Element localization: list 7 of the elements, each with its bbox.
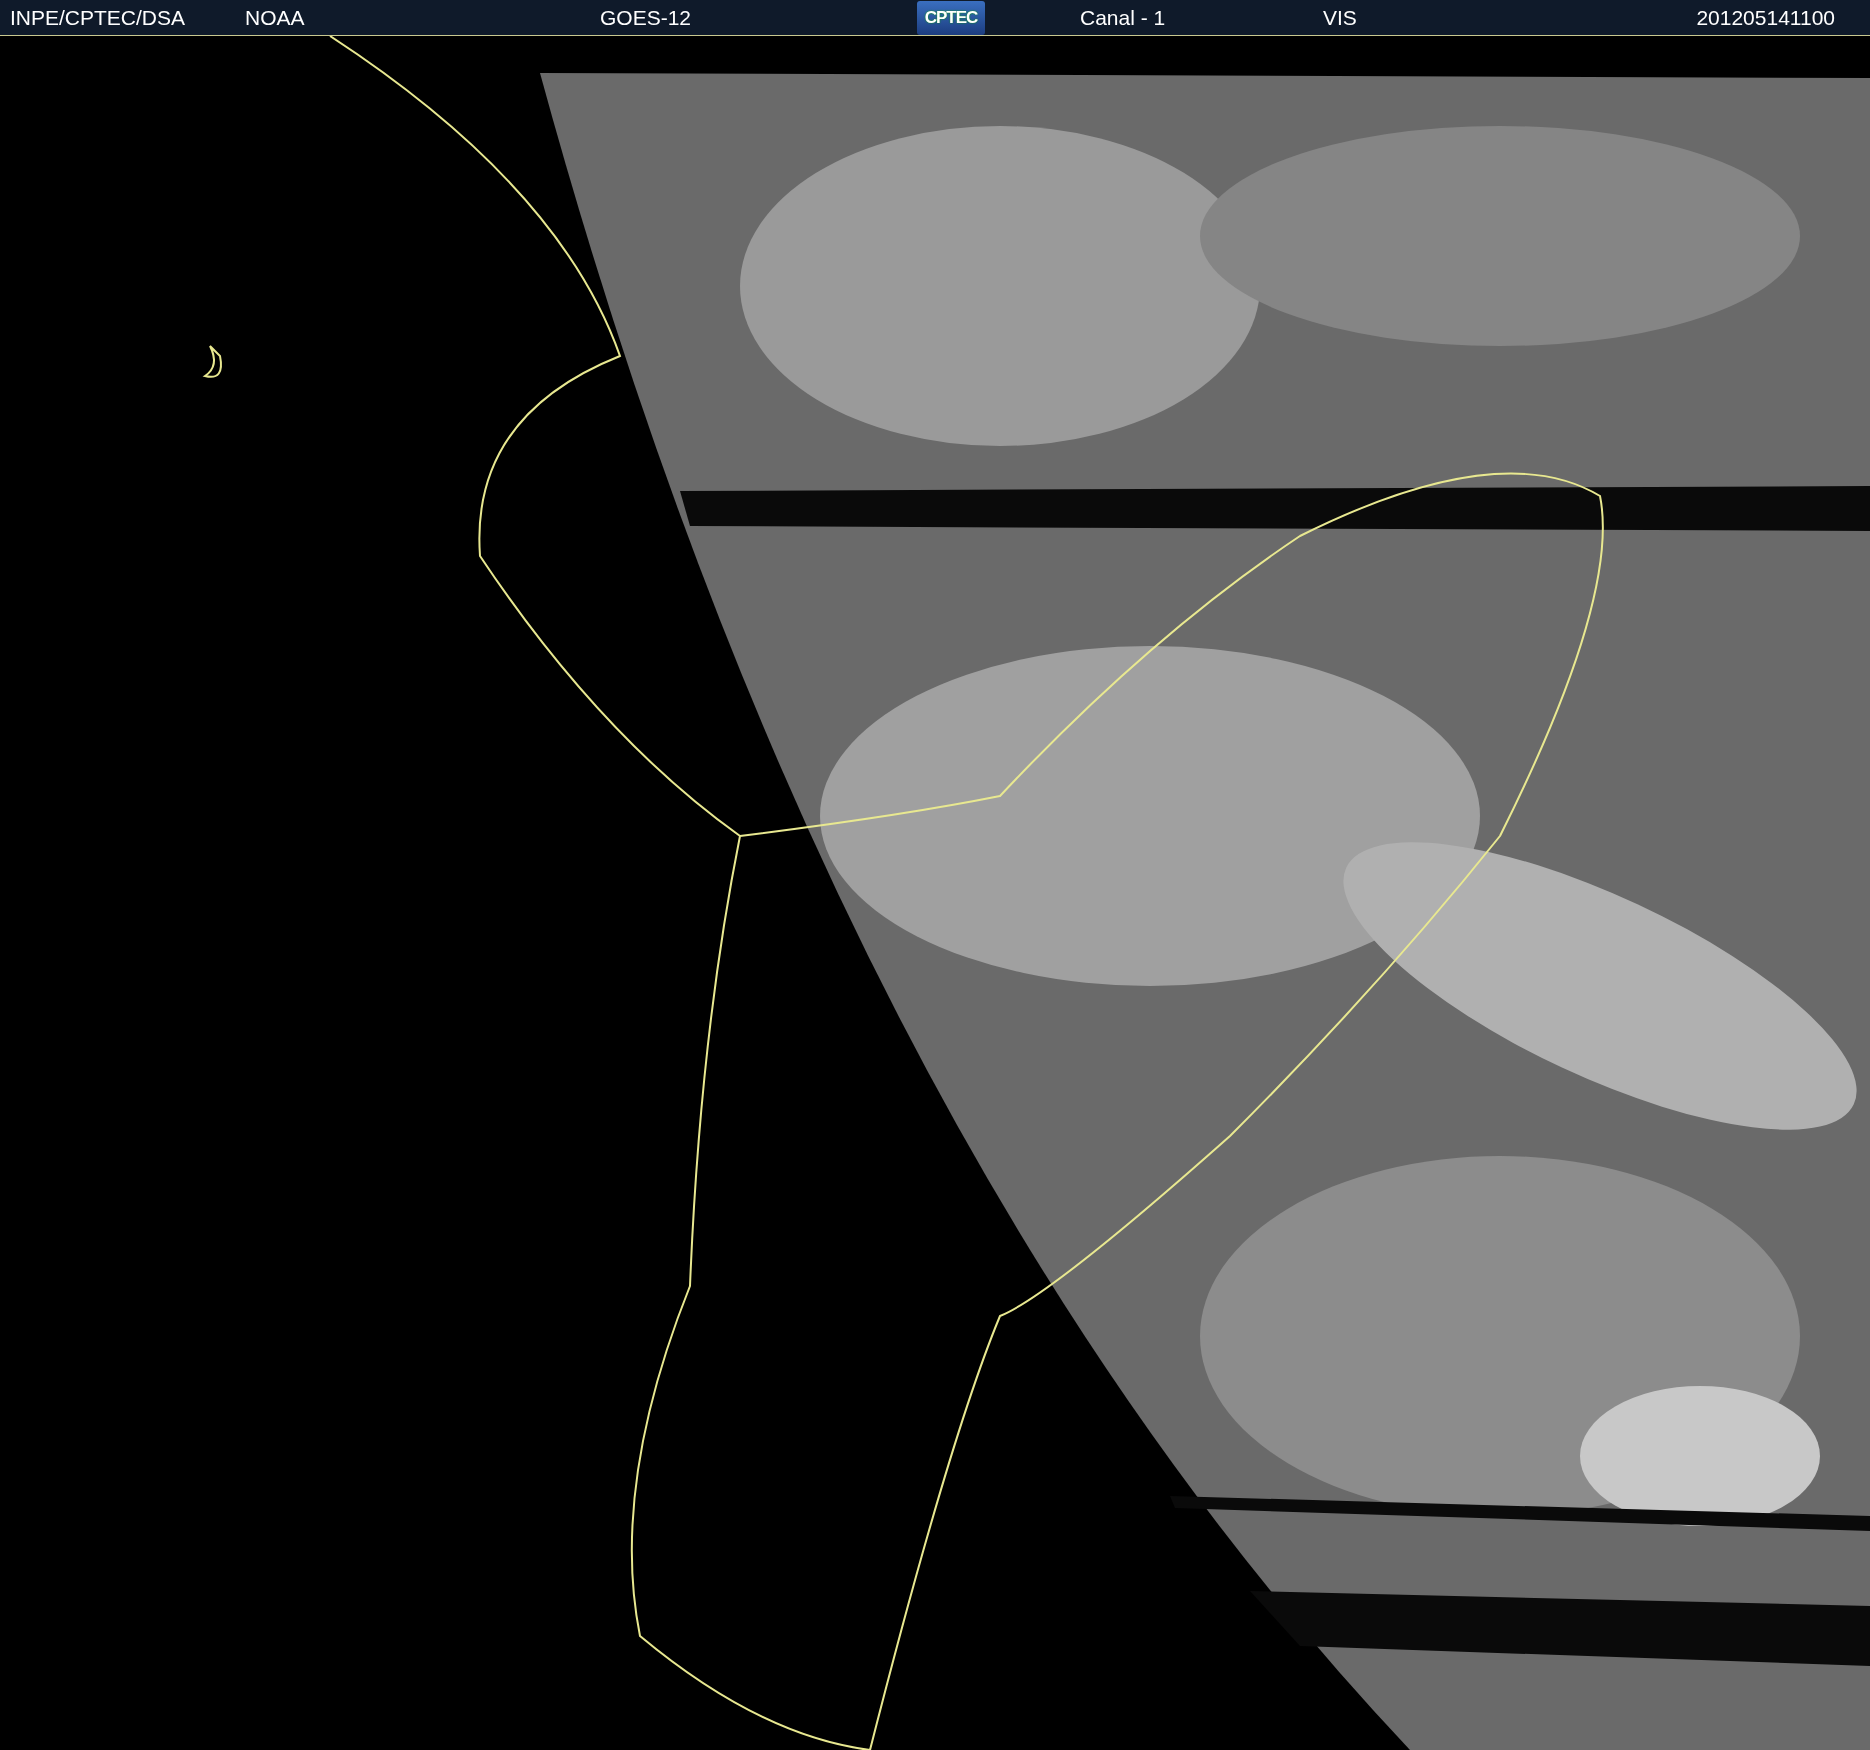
band-label: VIS <box>1323 5 1358 30</box>
logo-badge: CPTEC <box>917 0 985 35</box>
agency-label: NOAA <box>245 5 306 30</box>
source-label: INPE/CPTEC/DSA <box>10 5 187 30</box>
timestamp-label: 201205141100 <box>1696 5 1836 30</box>
satellite-label: GOES-12 <box>600 5 693 30</box>
channel-label: Canal - 1 <box>1080 5 1167 30</box>
